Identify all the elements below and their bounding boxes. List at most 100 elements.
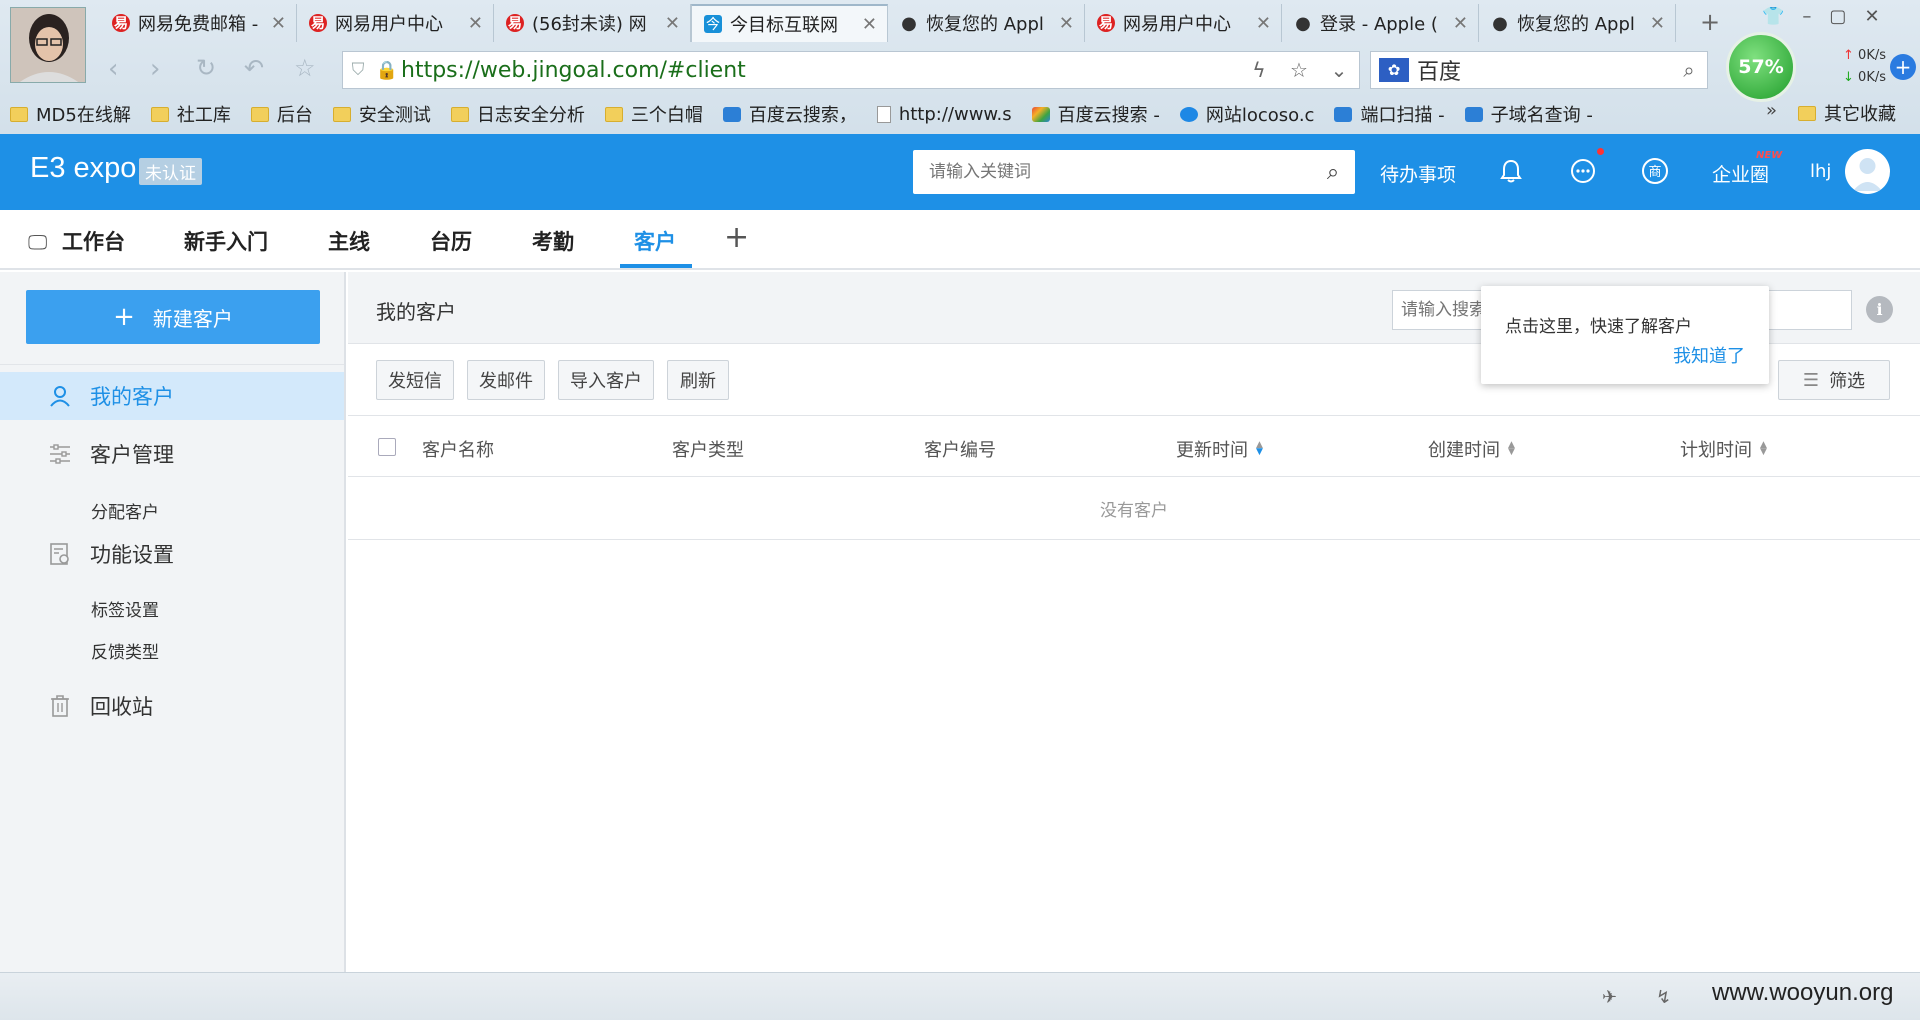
sidebar-subitem-assign-customer[interactable]: 分配客户 xyxy=(91,498,159,523)
back-icon[interactable]: ‹ xyxy=(108,54,118,84)
guide-dismiss-link[interactable]: 我知道了 xyxy=(1673,342,1745,368)
tab-mainline[interactable]: 主线 xyxy=(328,226,370,256)
close-tab-icon[interactable]: ✕ xyxy=(862,14,877,35)
close-tab-icon[interactable]: ✕ xyxy=(271,13,286,34)
sidebar-subitem-tag-settings[interactable]: 标签设置 xyxy=(91,596,159,621)
bookmark-item[interactable]: 安全测试 xyxy=(332,101,431,127)
global-search-input[interactable] xyxy=(913,152,1311,192)
bookmarks-other-folder[interactable]: 其它收藏 xyxy=(1798,100,1896,126)
sidebar-item-my-customers[interactable]: 我的客户 xyxy=(0,372,344,420)
flash-icon[interactable]: ϟ xyxy=(1239,58,1279,82)
user-avatar[interactable] xyxy=(1845,149,1890,194)
bookmark-item[interactable]: 社工库 xyxy=(150,101,231,127)
browser-tab[interactable]: ● 恢复您的 Appl ✕ xyxy=(888,4,1085,42)
close-tab-icon[interactable]: ✕ xyxy=(1453,13,1468,34)
browser-tab[interactable]: ● 登录 - Apple (✕ xyxy=(1282,4,1479,42)
app-brand[interactable]: E3 expo xyxy=(30,152,136,185)
tab-getting-started[interactable]: 新手入门 xyxy=(184,226,268,256)
enterprise-circle-link[interactable]: 企业圈 xyxy=(1712,160,1769,187)
user-name[interactable]: lhj xyxy=(1810,161,1831,182)
send-email-button[interactable]: 发邮件 xyxy=(467,360,545,400)
bookmark-label: http://www.s xyxy=(898,103,1012,125)
search-icon[interactable]: ⌕ xyxy=(1671,58,1707,82)
bookmark-item[interactable]: 三个白帽 xyxy=(604,101,703,127)
forward-icon[interactable]: › xyxy=(150,54,160,84)
column-created-time[interactable]: 创建时间 ▲ ▼ xyxy=(1428,436,1515,462)
bookmark-item[interactable]: 后台 xyxy=(250,101,313,127)
bookmark-item[interactable]: 子域名查询 - xyxy=(1464,101,1593,127)
chat-icon[interactable] xyxy=(1568,156,1598,186)
speedup-icon[interactable]: ↯ xyxy=(1656,987,1671,1008)
new-customer-button[interactable]: + 新建客户 xyxy=(26,290,320,344)
sidebar-item-customer-management[interactable]: 客户管理 xyxy=(0,430,344,478)
netease-icon: 易 xyxy=(309,14,327,32)
undo-close-icon[interactable]: ↶ xyxy=(244,54,264,82)
bookmark-item[interactable]: http://www.s xyxy=(876,103,1012,125)
bookmark-item[interactable]: 端口扫描 - xyxy=(1334,101,1445,127)
arrow-down-icon: ↓ xyxy=(1843,70,1854,85)
sidebar-item-feature-settings[interactable]: 功能设置 xyxy=(0,530,344,578)
column-customer-type[interactable]: 客户类型 xyxy=(672,436,744,462)
close-tab-icon[interactable]: ✕ xyxy=(468,13,483,34)
bookmark-item[interactable]: 百度云搜索， xyxy=(722,101,857,127)
bookmark-item[interactable]: 网站locoso.c xyxy=(1179,101,1314,127)
close-window-button[interactable]: ✕ xyxy=(1864,6,1879,27)
folder-icon xyxy=(604,106,623,122)
browser-tab[interactable]: 易网易用户中心 ✕ xyxy=(297,4,494,42)
bookmark-star-icon[interactable]: ☆ xyxy=(1279,58,1319,82)
refresh-button[interactable]: 刷新 xyxy=(667,360,729,400)
browser-search-box[interactable]: ✿ 百度 ⌕ xyxy=(1370,51,1708,89)
maximize-button[interactable]: ▢ xyxy=(1829,6,1846,27)
shop-icon[interactable]: 商 xyxy=(1640,156,1670,186)
address-bar[interactable]: ⛉ 🔒 https://web.jingoal.com/#client ϟ ☆ … xyxy=(342,51,1360,89)
column-planned-time[interactable]: 计划时间 ▲ ▼ xyxy=(1680,436,1767,462)
accelerate-plus-icon[interactable]: + xyxy=(1890,54,1916,80)
close-tab-icon[interactable]: ✕ xyxy=(1059,13,1074,34)
info-icon[interactable]: i xyxy=(1866,296,1893,323)
browser-tab[interactable]: ● 恢复您的 Appl ✕ xyxy=(1479,4,1676,42)
import-customers-button[interactable]: 导入客户 xyxy=(558,360,654,400)
todo-link[interactable]: 待办事项 xyxy=(1380,160,1456,187)
column-updated-time[interactable]: 更新时间 ▲ ▼ xyxy=(1176,436,1263,462)
column-customer-number[interactable]: 客户编号 xyxy=(924,436,996,462)
add-module-button[interactable]: + xyxy=(724,220,749,255)
bookmark-item[interactable]: 百度云搜索 - xyxy=(1031,101,1160,127)
close-tab-icon[interactable]: ✕ xyxy=(1650,13,1665,34)
browser-tab[interactable]: 易 (56封未读) 网 ✕ xyxy=(494,4,691,42)
bookmarks-more-button[interactable]: » xyxy=(1766,100,1777,121)
sort-icon[interactable]: ▲ ▼ xyxy=(1508,441,1515,457)
cert-badge[interactable]: 未认证 xyxy=(139,158,202,185)
minimize-button[interactable]: – xyxy=(1802,6,1811,27)
close-tab-icon[interactable]: ✕ xyxy=(665,13,680,34)
tab-calendar[interactable]: 台历 xyxy=(430,226,472,256)
folder-icon xyxy=(450,106,469,122)
speed-widget[interactable]: 57% ↑ 0K/s ↓ 0K/s + xyxy=(1722,30,1918,104)
select-all-checkbox[interactable] xyxy=(378,438,396,456)
new-tab-button[interactable]: + xyxy=(1700,8,1720,36)
browser-tab[interactable]: 易网易用户中心 ✕ xyxy=(1085,4,1282,42)
search-icon[interactable]: ⌕ xyxy=(1311,160,1355,185)
bookmark-item[interactable]: 日志安全分析 xyxy=(450,101,585,127)
sort-icon[interactable]: ▲ ▼ xyxy=(1256,441,1263,457)
tab-attendance[interactable]: 考勤 xyxy=(532,226,574,256)
skin-icon[interactable]: 👕 xyxy=(1762,6,1784,27)
reload-icon[interactable]: ↻ xyxy=(196,54,216,82)
url-text[interactable]: https://web.jingoal.com/#client xyxy=(401,58,1239,83)
favorite-star-icon[interactable]: ☆ xyxy=(294,54,316,82)
filter-button[interactable]: ☰ 筛选 xyxy=(1778,360,1890,400)
sidebar-subitem-feedback-types[interactable]: 反馈类型 xyxy=(91,638,159,663)
chevron-down-icon[interactable]: ⌄ xyxy=(1319,58,1359,82)
send-sms-button[interactable]: 发短信 xyxy=(376,360,454,400)
column-customer-name[interactable]: 客户名称 xyxy=(422,436,494,462)
bookmark-item[interactable]: MD5在线解 xyxy=(10,101,131,127)
global-search[interactable]: ⌕ xyxy=(913,150,1355,194)
tab-workbench[interactable]: 工作台 xyxy=(62,226,125,256)
pin-icon[interactable]: ✈ xyxy=(1602,987,1617,1008)
sidebar-item-recycle-bin[interactable]: 回收站 xyxy=(0,682,344,730)
browser-tab[interactable]: 易网易免费邮箱 - ✕ xyxy=(100,4,297,42)
sort-icon[interactable]: ▲ ▼ xyxy=(1760,441,1767,457)
browser-tab[interactable]: 今今目标互联网 ✕ xyxy=(691,4,888,42)
tab-customers[interactable]: 客户 xyxy=(634,226,676,256)
close-tab-icon[interactable]: ✕ xyxy=(1256,13,1271,34)
bell-icon[interactable] xyxy=(1496,156,1526,186)
